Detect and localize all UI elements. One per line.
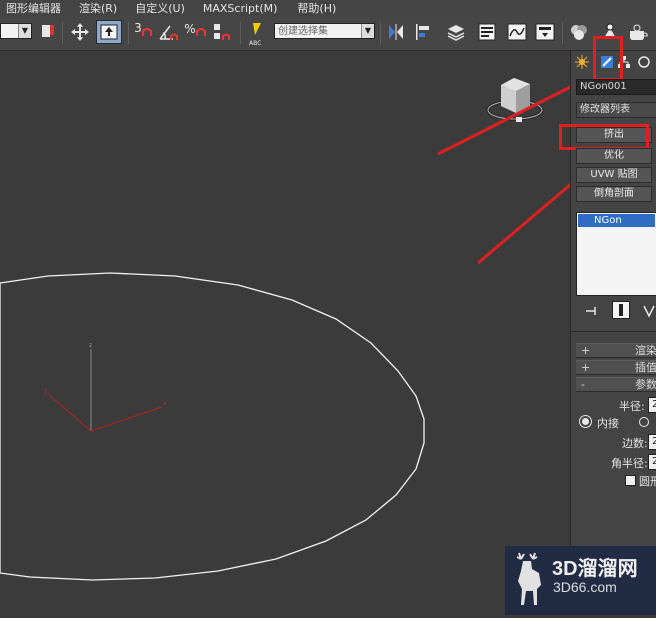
perspective-viewport[interactable]: z x y <box>0 51 620 615</box>
rollout-parameters[interactable]: - 参数 <box>576 377 656 392</box>
toolbar-divider <box>380 22 381 44</box>
corner-radius-label: 角半径: <box>611 457 648 470</box>
rollout-sign: - <box>581 378 585 391</box>
reference-coordinate-dropdown[interactable]: ▼ <box>0 23 32 39</box>
circumscribed-radio[interactable] <box>639 417 649 427</box>
radius-field[interactable]: 2 <box>648 397 656 413</box>
pin-stack-icon[interactable] <box>585 304 599 318</box>
ngon-shape[interactable] <box>0 272 425 581</box>
show-end-result-icon[interactable] <box>612 301 630 319</box>
modifier-list-dropdown[interactable]: 修改器列表 <box>576 102 656 118</box>
render-production-icon[interactable] <box>626 20 650 44</box>
main-toolbar: ▼ 3 % ABC 创建选择集 ▼ <box>0 16 656 51</box>
spell-label: ABC <box>249 40 262 47</box>
rollout-title: 渲染 <box>635 344 656 357</box>
axis-x-label: x <box>163 400 167 407</box>
extrude-button-highlight <box>559 124 649 150</box>
move-icon[interactable] <box>68 20 92 44</box>
menu-customize[interactable]: 自定义(U) <box>129 0 193 16</box>
annotation-arrow-lower <box>477 158 602 265</box>
menu-rendering[interactable]: 渲染(R) <box>73 0 125 16</box>
circular-label: 圆形 <box>639 475 656 488</box>
deer-logo-icon <box>516 552 541 605</box>
corner-radius-field[interactable]: 2 <box>648 454 656 470</box>
watermark-title: 3D溜溜网 <box>552 558 638 580</box>
schematic-view-icon[interactable] <box>533 20 557 44</box>
viewport-canvas: z x y <box>0 62 620 581</box>
menu-maxscript[interactable]: MAXScript(M) <box>197 2 286 15</box>
edit-named-selection-icon[interactable]: ABC <box>246 20 268 47</box>
toolbar-divider <box>562 22 563 44</box>
named-selection-set-dropdown[interactable]: 创建选择集 ▼ <box>274 23 375 39</box>
percent-snap-icon[interactable]: % <box>184 20 206 44</box>
circular-checkbox[interactable] <box>625 475 636 486</box>
rollout-sign: + <box>581 344 591 357</box>
inscribed-label: 内接 <box>597 417 619 430</box>
object-name-field[interactable]: NGon001 <box>576 79 656 95</box>
angle-snap-icon[interactable] <box>157 20 179 44</box>
toolbar-divider <box>62 22 63 44</box>
percent-label: % <box>184 22 196 36</box>
radius-label: 半径: <box>619 400 645 413</box>
material-editor-icon[interactable] <box>567 20 591 44</box>
axis-y-label: y <box>44 387 48 394</box>
uvw-map-button[interactable]: UVW 贴图 <box>576 167 652 183</box>
graphite-tools-icon[interactable] <box>475 20 499 44</box>
x-axis-line <box>90 406 163 432</box>
annotation-arrow-upper <box>437 62 620 156</box>
align-icon[interactable] <box>412 20 436 44</box>
snap-label: 3 <box>134 21 142 35</box>
y-axis-line <box>47 393 92 432</box>
optimize-button[interactable]: 优化 <box>576 148 652 164</box>
rollout-title: 参数 <box>635 378 656 391</box>
watermark-subtitle: 3D66.com <box>553 579 617 595</box>
rollout-rendering[interactable]: + 渲染 <box>576 343 656 358</box>
modify-tab-highlight <box>593 36 623 81</box>
motion-tab-icon[interactable] <box>637 55 651 69</box>
axis-z-label: z <box>89 342 92 349</box>
toolbar-divider <box>128 22 129 44</box>
toolbar-divider <box>240 22 241 44</box>
menu-graph-editors[interactable]: 图形编辑器 <box>0 0 69 16</box>
sides-label: 边数: <box>622 437 648 450</box>
select-and-place-icon[interactable] <box>96 20 122 44</box>
spinner-snap-icon[interactable] <box>210 20 232 44</box>
rollout-interpolation[interactable]: + 插值 <box>576 360 656 375</box>
rollout-sign: + <box>581 361 591 374</box>
bookmark-icon[interactable] <box>38 20 58 44</box>
layer-manager-icon[interactable] <box>444 20 468 44</box>
inscribed-radio[interactable] <box>582 418 589 425</box>
command-panel: NGon001 修改器列表 挤出 优化 UVW 贴图 倒角剖面 NGon + 渲… <box>559 36 656 615</box>
snap-toggle-icon[interactable]: 3 <box>132 20 154 44</box>
sides-field[interactable]: 2 <box>648 434 656 450</box>
watermark: 3D溜溜网 3D66.com <box>505 546 656 615</box>
stack-item-ngon[interactable]: NGon <box>578 214 655 227</box>
chevron-down-icon: ▼ <box>361 24 374 38</box>
panel-divider <box>571 331 656 332</box>
mirror-icon[interactable] <box>384 20 408 44</box>
menu-bar: 图形编辑器 渲染(R) 自定义(U) MAXScript(M) 帮助(H) <box>0 0 656 16</box>
create-tab-icon[interactable] <box>575 55 589 69</box>
curve-editor-icon[interactable] <box>505 20 529 44</box>
menu-help[interactable]: 帮助(H) <box>291 0 344 16</box>
modifier-stack[interactable]: NGon <box>576 212 656 296</box>
selection-set-label: 创建选择集 <box>278 26 328 37</box>
make-unique-icon[interactable] <box>643 304 655 318</box>
chevron-down-icon: ▼ <box>18 24 31 38</box>
bevel-profile-button[interactable]: 倒角剖面 <box>576 186 652 202</box>
rollout-title: 插值 <box>635 361 656 374</box>
